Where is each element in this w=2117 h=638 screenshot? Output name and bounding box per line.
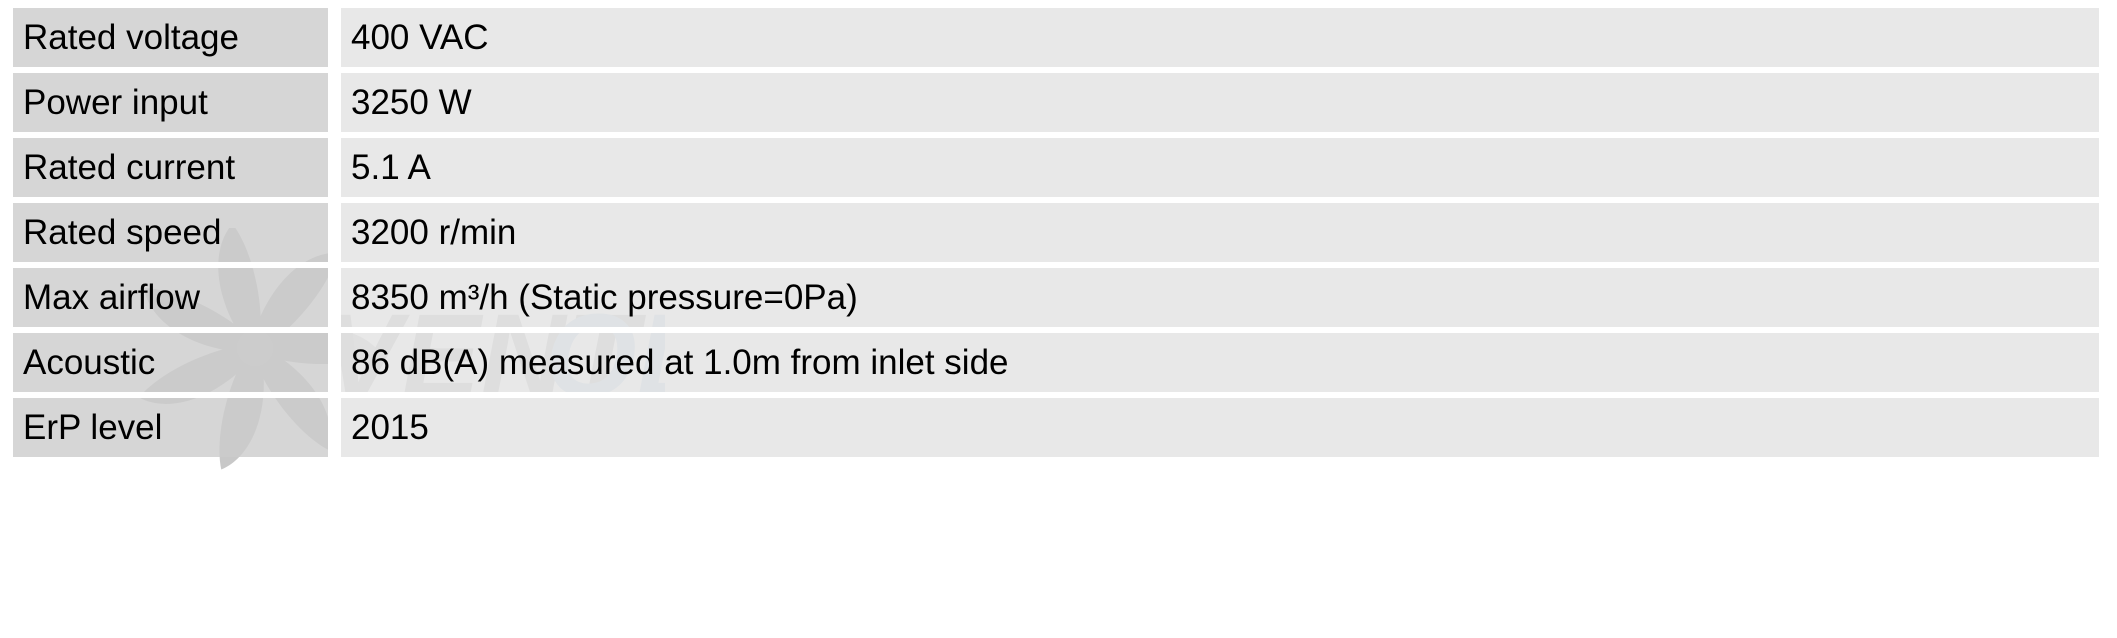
spec-label-rated-voltage: Rated voltage bbox=[13, 8, 341, 73]
spec-value-max-airflow: 8350 m³/h (Static pressure=0Pa) bbox=[341, 268, 2099, 333]
spec-value-acoustic: 86 dB(A) measured at 1.0m from inlet sid… bbox=[341, 333, 2099, 398]
spec-label-text: Rated voltage bbox=[23, 17, 239, 57]
spec-value-rated-current: 5.1 A bbox=[341, 138, 2099, 203]
table-row: Power input 3250 W bbox=[13, 73, 2099, 138]
spec-label-text: ErP level bbox=[23, 407, 163, 447]
spec-label-acoustic: Acoustic bbox=[13, 333, 341, 398]
spec-label-power-input: Power input bbox=[13, 73, 341, 138]
table-row: Max airflow 8350 m³/h (Static pressure=0… bbox=[13, 268, 2099, 333]
table-row: Acoustic 86 dB(A) measured at 1.0m from … bbox=[13, 333, 2099, 398]
spec-value-text: 400 VAC bbox=[351, 17, 489, 57]
spec-value-power-input: 3250 W bbox=[341, 73, 2099, 138]
spec-label-erp-level: ErP level bbox=[13, 398, 341, 457]
table-row: Rated voltage 400 VAC bbox=[13, 8, 2099, 73]
spec-value-text: 3250 W bbox=[351, 82, 472, 122]
table-row: Rated current 5.1 A bbox=[13, 138, 2099, 203]
spec-value-text: 3200 r/min bbox=[351, 212, 517, 252]
spec-label-text: Max airflow bbox=[23, 277, 200, 317]
table-row: ErP level 2015 bbox=[13, 398, 2099, 457]
spec-label-text: Rated speed bbox=[23, 212, 222, 252]
spec-label-rated-speed: Rated speed bbox=[13, 203, 341, 268]
spec-value-text: 5.1 A bbox=[351, 147, 431, 187]
spec-value-erp-level: 2015 bbox=[341, 398, 2099, 457]
spec-label-text: Rated current bbox=[23, 147, 236, 187]
fan-specification-table: Rated voltage 400 VAC Power input 3250 W… bbox=[13, 8, 2099, 457]
spec-value-text: 8350 m³/h (Static pressure=0Pa) bbox=[351, 277, 858, 317]
spec-value-rated-speed: 3200 r/min bbox=[341, 203, 2099, 268]
spec-label-text: Power input bbox=[23, 82, 208, 122]
spec-value-text: 2015 bbox=[351, 407, 429, 447]
spec-label-max-airflow: Max airflow bbox=[13, 268, 341, 333]
spec-value-rated-voltage: 400 VAC bbox=[341, 8, 2099, 73]
table-body: Rated voltage 400 VAC Power input 3250 W… bbox=[13, 8, 2099, 457]
table-row: Rated speed 3200 r/min bbox=[13, 203, 2099, 268]
spec-value-text: 86 dB(A) measured at 1.0m from inlet sid… bbox=[351, 342, 1009, 382]
spec-label-text: Acoustic bbox=[23, 342, 156, 382]
spec-label-rated-current: Rated current bbox=[13, 138, 341, 203]
specification-sheet: VENT OL Rated voltage 400 VAC Power inpu… bbox=[0, 0, 2117, 638]
